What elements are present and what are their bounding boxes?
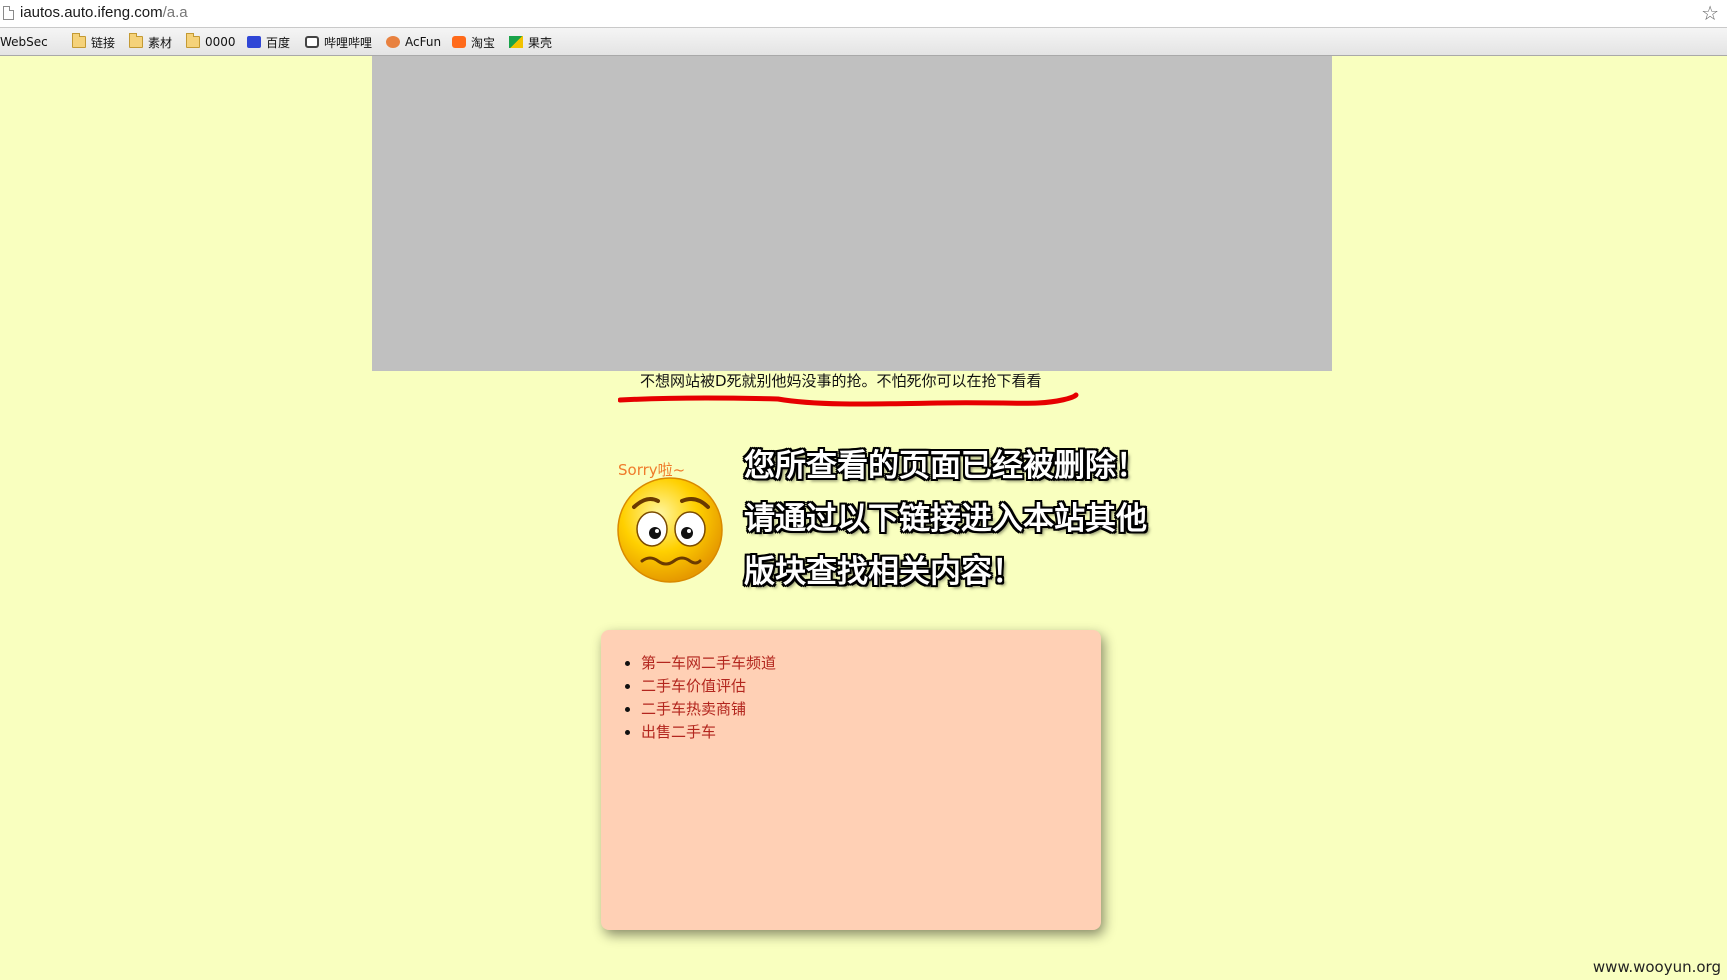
bookmark-label: AcFun <box>405 35 442 49</box>
bookmark-0000[interactable]: 0000 <box>186 33 236 51</box>
links-panel: 第一车网二手车频道 二手车价值评估 二手车热卖商铺 出售二手车 <box>601 630 1101 930</box>
url-host: iautos.auto.ifeng.com <box>20 4 163 21</box>
bookmark-label: WebSec <box>0 35 48 49</box>
bookmark-links[interactable]: 链接 <box>72 33 115 51</box>
list-item: 出售二手车 <box>641 721 1081 744</box>
bookmark-label: 链接 <box>91 35 116 50</box>
url-field[interactable]: iautos.auto.ifeng.com/a.a <box>20 4 188 21</box>
banner-placeholder <box>372 56 1332 371</box>
baidu-paw-icon <box>247 36 261 48</box>
bookmarks-bar: WebSec 链接 素材 0000 百度 哔哩哔哩 AcFun 淘宝 果壳 <box>0 28 1727 56</box>
bookmark-label: 哔哩哔哩 <box>324 35 373 50</box>
bookmark-label: 0000 <box>205 35 236 49</box>
message-line: 版块查找相关内容！ <box>744 554 1023 590</box>
bookmark-label: 素材 <box>148 35 173 50</box>
folder-icon <box>186 33 200 48</box>
deleted-page-message: 您所查看的页面已经被删除！ 请通过以下链接进入本站其他 版块查找相关内容！ <box>744 440 1147 599</box>
bookmark-taobao[interactable]: 淘宝 <box>452 33 495 51</box>
link-used-car-channel[interactable]: 第一车网二手车频道 <box>641 654 776 672</box>
taobao-icon <box>452 36 466 48</box>
bookmark-label: 淘宝 <box>471 35 496 50</box>
warning-text: 不想网站被D死就别他妈没事的抢。不怕死你可以在抢下看看 <box>640 372 1042 390</box>
bookmark-websec[interactable]: WebSec <box>0 33 48 51</box>
folder-icon <box>72 33 86 48</box>
red-underline-mark <box>618 392 1079 407</box>
guokr-icon <box>509 36 523 48</box>
bookmark-baidu[interactable]: 百度 <box>247 33 290 51</box>
acfun-icon <box>386 36 400 48</box>
url-path: /a.a <box>162 4 188 21</box>
bilibili-tv-icon <box>305 36 319 48</box>
sorry-emoji-icon: Sorry啦~ <box>617 461 723 583</box>
address-bar[interactable]: iautos.auto.ifeng.com/a.a ☆ <box>0 0 1727 28</box>
bookmark-label: 百度 <box>266 35 291 50</box>
bookmark-acfun[interactable]: AcFun <box>386 33 441 51</box>
message-line: 请通过以下链接进入本站其他 <box>744 501 1147 537</box>
bookmark-bilibili[interactable]: 哔哩哔哩 <box>305 33 372 51</box>
watermark: www.wooyun.org <box>1592 958 1721 976</box>
bookmark-label: 果壳 <box>528 35 553 50</box>
emoji-caption: Sorry啦~ <box>618 461 685 479</box>
bookmark-guokr[interactable]: 果壳 <box>509 33 552 51</box>
list-item: 二手车价值评估 <box>641 675 1081 698</box>
list-item: 第一车网二手车频道 <box>641 652 1081 675</box>
page-icon <box>3 6 14 20</box>
bookmark-materials[interactable]: 素材 <box>129 33 172 51</box>
links-list: 第一车网二手车频道 二手车价值评估 二手车热卖商铺 出售二手车 <box>641 652 1081 744</box>
bookmark-star-icon[interactable]: ☆ <box>1701 1 1719 25</box>
folder-icon <box>129 33 143 48</box>
link-sell-used-car[interactable]: 出售二手车 <box>641 723 716 741</box>
message-line: 您所查看的页面已经被删除！ <box>744 448 1147 484</box>
link-used-car-valuation[interactable]: 二手车价值评估 <box>641 677 746 695</box>
link-hot-shops[interactable]: 二手车热卖商铺 <box>641 700 746 718</box>
list-item: 二手车热卖商铺 <box>641 698 1081 721</box>
